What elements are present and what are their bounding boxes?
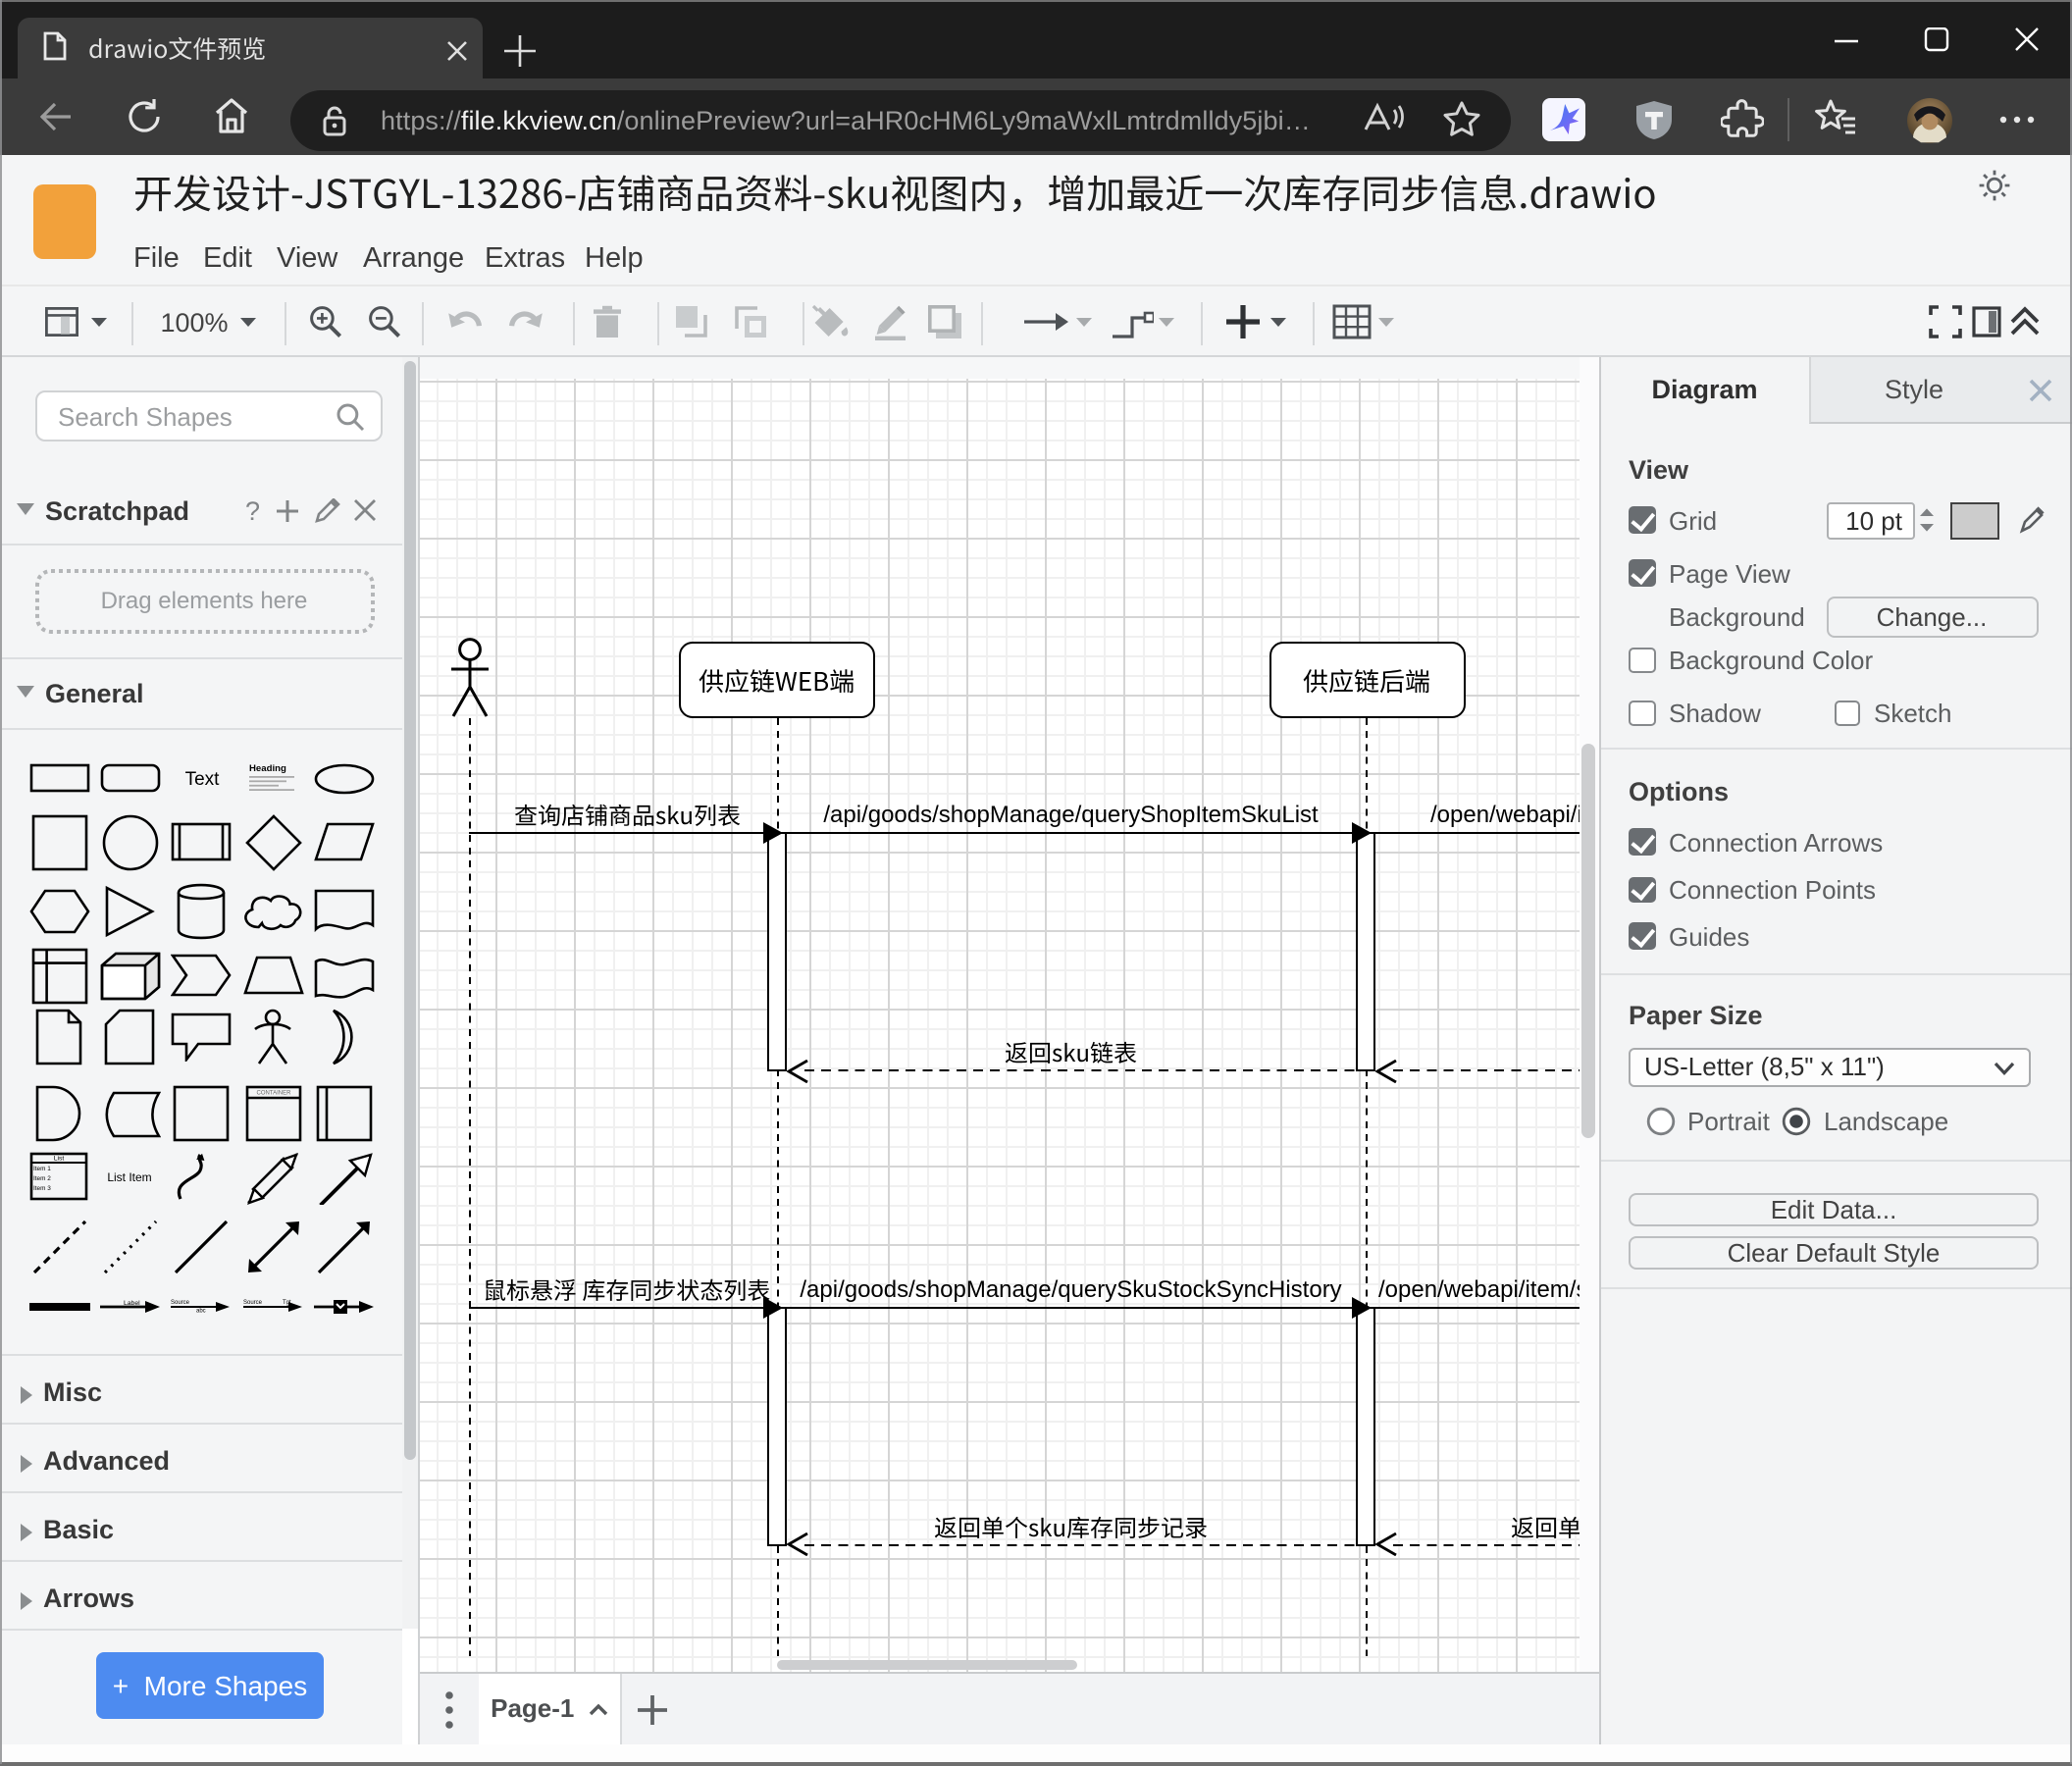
svg-text:Tgt: Tgt [282,1300,290,1306]
svg-text:List: List [54,1155,65,1162]
svg-text:Label: Label [124,1300,140,1307]
svg-text:Item 1: Item 1 [33,1165,51,1171]
svg-text:abc: abc [197,1309,207,1315]
svg-text:Heading: Heading [248,762,285,773]
svg-text:Text: Text [184,768,220,789]
svg-text:Item 2: Item 2 [33,1174,51,1181]
svg-text:Source: Source [172,1300,191,1306]
svg-text:CONTAINER: CONTAINER [256,1090,291,1096]
svg-text:Item 3: Item 3 [33,1184,51,1191]
svg-text:List Item: List Item [108,1169,152,1183]
svg-text:Source: Source [242,1300,262,1306]
